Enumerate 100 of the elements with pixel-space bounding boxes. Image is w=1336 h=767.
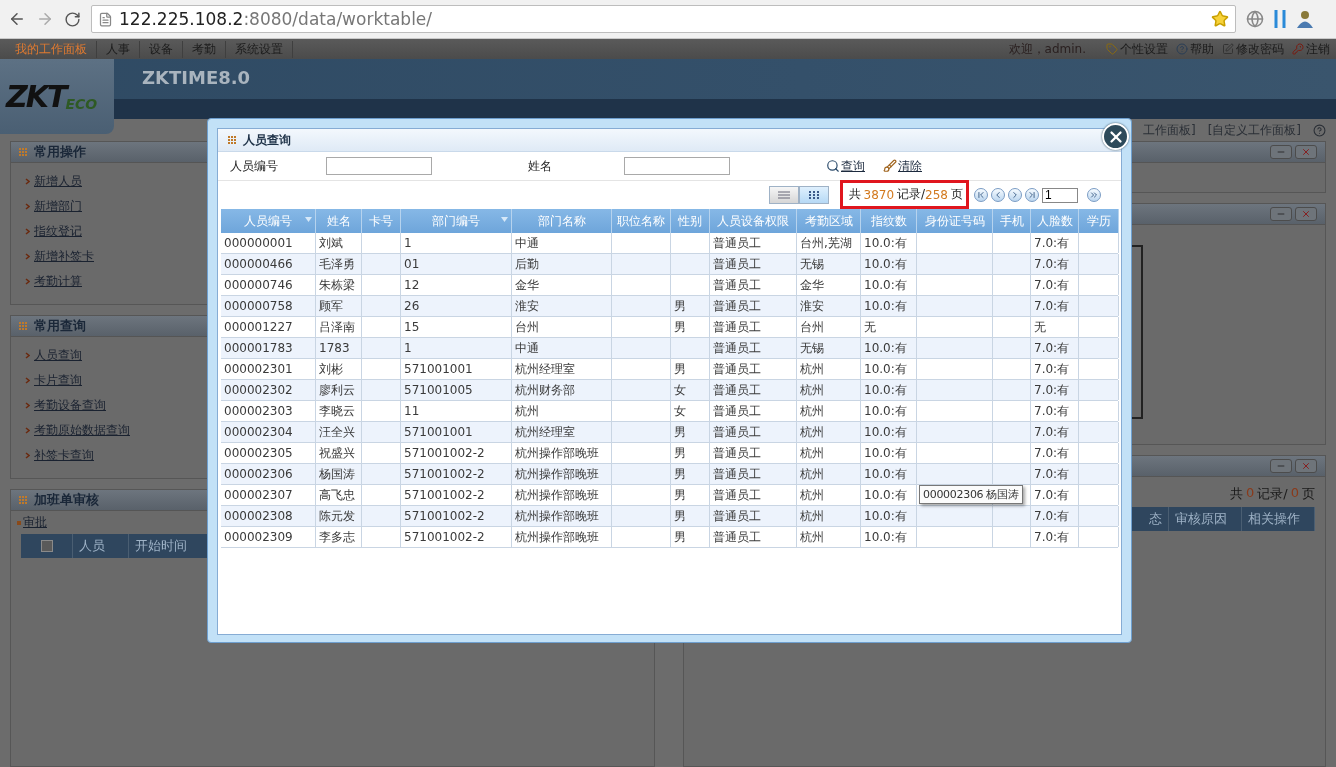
- panel-title: 常用查询: [34, 317, 86, 335]
- workspace-link[interactable]: [自定义工作面板]: [1207, 121, 1301, 139]
- first-page-icon: [976, 190, 986, 200]
- table-cell: 高飞忠: [316, 485, 362, 505]
- sort-icon: [305, 217, 312, 222]
- table-cell: 12: [401, 275, 512, 295]
- forward-button[interactable]: [36, 10, 54, 28]
- table-cell: 571001001: [401, 422, 512, 442]
- panel-title: 加班单审核: [34, 491, 99, 509]
- pager-text: 共: [848, 186, 861, 203]
- table-cell: 普通员工: [710, 380, 797, 400]
- table-cell: 普通员工: [710, 485, 797, 505]
- sidebar-link[interactable]: 人员查询: [34, 347, 82, 364]
- help-icon[interactable]: [1313, 123, 1326, 137]
- table-cell: 台州,芜湖: [797, 233, 861, 253]
- sidebar-link[interactable]: 考勤计算: [34, 273, 82, 290]
- table-cell: 无: [861, 317, 917, 337]
- table-cell: 7.0:有: [1031, 422, 1079, 442]
- table-cell: 普通员工: [710, 338, 797, 358]
- table-cell: 杭州操作部晚班: [512, 506, 612, 526]
- go-button[interactable]: [1087, 188, 1101, 202]
- sidebar-link[interactable]: 新增补签卡: [34, 248, 94, 265]
- table-cell: 11: [401, 401, 512, 421]
- table-cell: 台州: [797, 317, 861, 337]
- sidebar-link[interactable]: 补签卡查询: [34, 447, 94, 464]
- table-cell: 朱栋梁: [316, 275, 362, 295]
- sidebar-link[interactable]: 指纹登记: [34, 223, 82, 240]
- minimize-button[interactable]: [1270, 145, 1292, 159]
- table-cell: 杭州: [797, 443, 861, 463]
- edit-icon: [1222, 43, 1234, 55]
- table-cell: 无: [1031, 317, 1079, 337]
- minimize-button[interactable]: [1270, 459, 1292, 473]
- table-cell: 10.0:有: [861, 527, 917, 547]
- previous-page-button[interactable]: [991, 188, 1005, 202]
- table-cell: 无锡: [797, 338, 861, 358]
- next-page-button[interactable]: [1008, 188, 1022, 202]
- table-cell: 7.0:有: [1031, 359, 1079, 379]
- table-cell: 男: [671, 485, 710, 505]
- table-cell: 10.0:有: [861, 254, 917, 274]
- table-cell: 女: [671, 401, 710, 421]
- table-cell: 杭州: [512, 401, 612, 421]
- last-page-button[interactable]: [1025, 188, 1039, 202]
- input-field[interactable]: [326, 157, 432, 175]
- table-cell: 7.0:有: [1031, 401, 1079, 421]
- table-cell: 571001001: [401, 359, 512, 379]
- table-cell: 000002305: [221, 443, 316, 463]
- nav-tab[interactable]: 我的工作面板: [6, 40, 97, 58]
- table-cell: 金华: [512, 275, 612, 295]
- action-link[interactable]: 清除: [883, 157, 922, 175]
- sidebar-link[interactable]: 考勤原始数据查询: [34, 422, 130, 439]
- view-toggle[interactable]: [768, 186, 799, 204]
- table-cell: 男: [671, 506, 710, 526]
- sidebar-link[interactable]: 考勤设备查询: [34, 397, 106, 414]
- table-cell: 7.0:有: [1031, 443, 1079, 463]
- table-cell: 7.0:有: [1031, 233, 1079, 253]
- input-field[interactable]: [624, 157, 730, 175]
- workspace-link[interactable]: 工作面板]: [1142, 121, 1196, 139]
- close-icon: [1301, 147, 1311, 157]
- action-link[interactable]: 查询: [826, 157, 865, 175]
- reload-button[interactable]: [64, 10, 81, 28]
- table-cell: 普通员工: [710, 317, 797, 337]
- record-count: 0: [1246, 485, 1255, 502]
- checkbox[interactable]: [40, 540, 53, 552]
- summary-text: 记录/: [1257, 485, 1288, 503]
- sidebar-link[interactable]: 新增部门: [34, 198, 82, 215]
- approve-link[interactable]: 审批: [23, 514, 47, 531]
- panel-title: 常用操作: [34, 143, 86, 161]
- table-cell: 金华: [797, 275, 861, 295]
- first-page-button[interactable]: [974, 188, 988, 202]
- close-icon: [1301, 461, 1311, 471]
- table-cell: 男: [671, 317, 710, 337]
- table-cell: 杭州操作部晚班: [512, 527, 612, 547]
- field-label: 人员编号: [230, 157, 279, 175]
- page-input[interactable]: 1: [1042, 187, 1078, 203]
- help-icon: [1176, 43, 1188, 55]
- chevron-icon: [25, 377, 30, 384]
- table-cell: 杭州操作部晚班: [512, 464, 612, 484]
- minimize-button[interactable]: [1270, 207, 1292, 221]
- chevron-icon: [25, 452, 30, 459]
- view-toggle[interactable]: [798, 186, 829, 204]
- table-cell: 7.0:有: [1031, 338, 1079, 358]
- table-cell: 26: [401, 296, 512, 316]
- person-icon[interactable]: [1296, 9, 1314, 29]
- bars-icon[interactable]: [1274, 9, 1286, 29]
- chevron-icon: [25, 278, 30, 285]
- back-button[interactable]: [8, 10, 26, 28]
- sidebar-link[interactable]: 新增人员: [34, 173, 82, 190]
- table-cell: 7.0:有: [1031, 380, 1079, 400]
- bookmark-star-icon[interactable]: [1211, 10, 1229, 28]
- dots-grid-icon: [19, 147, 28, 157]
- summary-text: 页: [1302, 485, 1315, 503]
- close-icon: [1301, 209, 1311, 219]
- table-cell: 10.0:有: [861, 464, 917, 484]
- table-cell: 10.0:有: [861, 443, 917, 463]
- globe-icon[interactable]: [1246, 10, 1264, 28]
- sidebar-link[interactable]: 卡片查询: [34, 372, 82, 389]
- table-cell: 000002303: [221, 401, 316, 421]
- table-cell: 571001002-2: [401, 527, 512, 547]
- table-cell: 普通员工: [710, 401, 797, 421]
- address-bar[interactable]: 122.225.108.2:8080/data/worktable/: [91, 5, 1236, 33]
